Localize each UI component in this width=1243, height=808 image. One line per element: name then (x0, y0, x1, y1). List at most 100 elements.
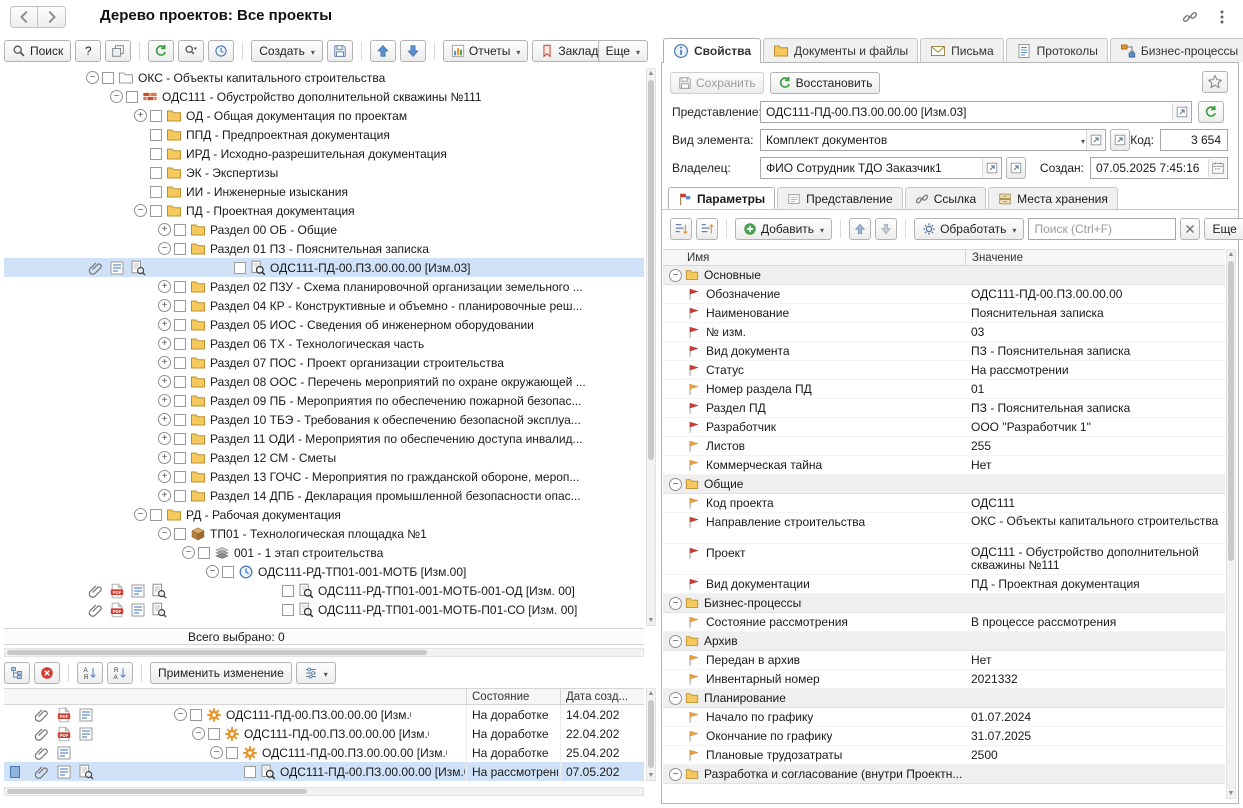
subtab-flags[interactable]: Параметры (668, 187, 775, 210)
collapse-icon[interactable]: − (669, 768, 682, 781)
clear-search-button[interactable] (1180, 218, 1200, 240)
tree-row[interactable]: +Раздел 06 ТХ - Технологическая часть (4, 334, 644, 353)
reports-button[interactable]: Отчеты (443, 40, 529, 62)
node-checkbox[interactable] (150, 148, 162, 160)
tree-row[interactable]: −ОДС111 - Обустройство дополнительной ск… (4, 87, 644, 106)
scroll-thumb[interactable] (7, 650, 427, 655)
set-order-button[interactable] (670, 218, 692, 240)
tree-row[interactable]: −001 - 1 этап строительства (4, 543, 644, 562)
code-field[interactable]: 3 654 (1160, 129, 1228, 151)
column-header-name[interactable]: Имя (681, 250, 709, 265)
tree-row[interactable]: +Раздел 14 ДПБ - Декларация промышленной… (4, 486, 644, 505)
param-row[interactable]: Номер раздела ПД01 (663, 380, 1225, 399)
param-group-row[interactable]: −Бизнес-процессы (663, 594, 1225, 613)
open-owner-button[interactable] (1006, 157, 1026, 179)
param-value[interactable]: 31.07.2025 (965, 727, 1221, 745)
collapse-icon[interactable]: − (669, 635, 682, 648)
open-button[interactable] (982, 159, 1000, 177)
node-checkbox[interactable] (234, 262, 246, 274)
node-checkbox[interactable] (150, 167, 162, 179)
collapse-icon[interactable]: − (210, 746, 223, 759)
param-up-button[interactable] (849, 218, 871, 240)
tree-row[interactable]: ЭК - Экспертизы (4, 163, 644, 182)
node-checkbox[interactable] (174, 490, 186, 502)
param-value[interactable]: ОДС111 - Обустройство дополнительной скв… (965, 544, 1221, 574)
collapse-icon[interactable]: − (134, 204, 147, 217)
tree-row[interactable]: +Раздел 05 ИОС - Сведения об инженерном … (4, 315, 644, 334)
subtab-storage[interactable]: Места хранения (988, 187, 1118, 210)
expand-icon[interactable]: + (158, 394, 171, 407)
param-value[interactable]: ООО "Разработчик 1" (965, 418, 1221, 436)
version-row[interactable]: PDF−ОДС111-ПД-00.ПЗ.00.00.00 [Изм.00]На … (4, 705, 644, 724)
node-checkbox[interactable] (150, 509, 162, 521)
process-button[interactable]: Обработать (914, 218, 1024, 240)
scroll-thumb[interactable] (1228, 261, 1234, 561)
scroll-thumb[interactable] (648, 80, 654, 460)
tree-view-button[interactable] (4, 662, 30, 684)
refresh-button[interactable] (148, 40, 174, 62)
representation-input[interactable]: ОДС111-ПД-00.ПЗ.00.00.00 [Изм.03] (760, 101, 1192, 123)
param-row[interactable]: Раздел ПДПЗ - Пояснительная записка (663, 399, 1225, 418)
scroll-up-icon[interactable]: ▲ (647, 69, 655, 78)
expand-icon[interactable]: + (158, 299, 171, 312)
collapse-icon[interactable]: − (669, 692, 682, 705)
param-down-button[interactable] (875, 218, 897, 240)
get-link-button[interactable] (1179, 6, 1201, 28)
param-group-row[interactable]: −Основные (663, 266, 1225, 285)
param-value[interactable]: 01.07.2024 (965, 708, 1221, 726)
node-checkbox[interactable] (102, 72, 114, 84)
collapse-icon[interactable]: − (182, 546, 195, 559)
param-row[interactable]: Код проектаОДС111 (663, 494, 1225, 513)
collapse-icon[interactable]: − (158, 527, 171, 540)
move-up-button[interactable] (370, 40, 396, 62)
param-value[interactable]: ПЗ - Пояснительная записка (965, 342, 1221, 360)
tree-row[interactable]: −ТП01 - Технологическая площадка №1 (4, 524, 644, 543)
node-checkbox[interactable] (208, 728, 220, 740)
collapse-icon[interactable]: − (669, 597, 682, 610)
collapse-icon[interactable]: − (134, 508, 147, 521)
search-button[interactable]: Поиск (4, 40, 71, 62)
tree-row[interactable]: +Раздел 02 ПЗУ - Схема планировочной орг… (4, 277, 644, 296)
expand-icon[interactable]: + (158, 318, 171, 331)
node-checkbox[interactable] (222, 566, 234, 578)
cancel-changes-button[interactable] (34, 662, 60, 684)
param-group-row[interactable]: −Общие (663, 475, 1225, 494)
param-value[interactable]: ОДС111 (965, 494, 1221, 512)
forward-button[interactable] (38, 6, 66, 28)
history-button[interactable] (208, 40, 234, 62)
tree-row[interactable]: ОДС111-ПД-00.ПЗ.00.00.00 [Изм.03] (4, 258, 644, 277)
expand-icon[interactable]: + (158, 489, 171, 502)
tree-row[interactable]: −РД - Рабочая документация (4, 505, 644, 524)
tab-info[interactable]: Свойства (663, 38, 761, 63)
scroll-down-icon[interactable]: ▼ (1227, 789, 1235, 798)
sort-desc-button[interactable]: ЯА (107, 662, 133, 684)
tree-row[interactable]: −ОКС - Объекты капитального строительств… (4, 68, 644, 87)
scroll-down-icon[interactable]: ▼ (647, 771, 655, 780)
param-value[interactable]: Нет (965, 456, 1221, 474)
collapse-icon[interactable]: − (669, 269, 682, 282)
scroll-thumb[interactable] (7, 789, 307, 794)
node-checkbox[interactable] (174, 224, 186, 236)
node-checkbox[interactable] (174, 395, 186, 407)
sort-asc-button[interactable]: АЯ (77, 662, 103, 684)
node-checkbox[interactable] (174, 433, 186, 445)
node-checkbox[interactable] (174, 243, 186, 255)
param-row[interactable]: Вид документацииПД - Проектная документа… (663, 575, 1225, 594)
param-value[interactable]: В процессе рассмотрения (965, 613, 1221, 631)
node-checkbox[interactable] (150, 110, 162, 122)
create-button[interactable]: Создать (251, 40, 323, 62)
tree-row[interactable]: PDFОДС111-РД-ТП01-001-МОТБ-001-ОД [Изм. … (4, 581, 644, 600)
param-row[interactable]: Инвентарный номер2021332 (663, 670, 1225, 689)
param-value[interactable]: 255 (965, 437, 1221, 455)
param-row[interactable]: Начало по графику01.07.2024 (663, 708, 1225, 727)
collapse-icon[interactable]: − (206, 565, 219, 578)
param-row[interactable]: Окончание по графику31.07.2025 (663, 727, 1225, 746)
param-value[interactable]: 03 (965, 323, 1221, 341)
column-header-state[interactable]: Состояние (466, 689, 529, 704)
scroll-up-icon[interactable]: ▲ (1227, 250, 1235, 259)
tree-row[interactable]: +Раздел 13 ГОЧС - Мероприятия по граждан… (4, 467, 644, 486)
open-button[interactable] (1086, 131, 1104, 149)
node-checkbox[interactable] (174, 528, 186, 540)
param-value[interactable]: 2021332 (965, 670, 1221, 688)
param-row[interactable]: Состояние рассмотренияВ процессе рассмот… (663, 613, 1225, 632)
